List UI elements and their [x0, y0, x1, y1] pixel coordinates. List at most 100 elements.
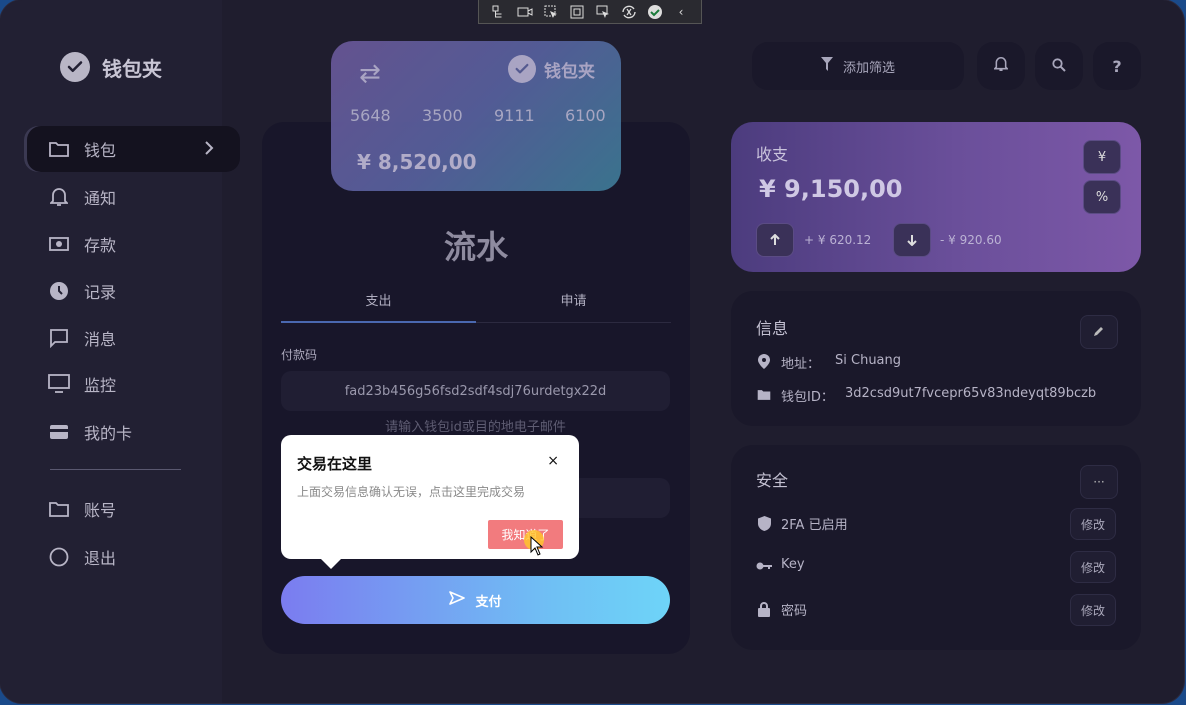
search-button[interactable] [1035, 42, 1083, 90]
close-icon[interactable]: × [547, 453, 559, 469]
sidebar-item-label: 记录 [84, 283, 117, 302]
payment-code-hint: 请输入钱包id或目的地电子邮件 [385, 420, 566, 435]
currency-button[interactable]: ¥ [1083, 140, 1121, 174]
track-focus-icon[interactable] [593, 3, 613, 21]
hot-reload-icon[interactable] [619, 3, 639, 21]
pay-button-label: 支付 [475, 594, 502, 610]
pay-button[interactable]: 支付 [281, 576, 670, 624]
more-button[interactable]: ··· [1080, 465, 1118, 499]
add-filter-button[interactable]: 添加筛选 [752, 42, 964, 90]
sidebar-item-messages[interactable]: 消息 [24, 315, 240, 361]
payment-code-label: 付款码 [281, 348, 318, 362]
sidebar-item-label: 监控 [84, 376, 117, 395]
bell-icon [992, 56, 1010, 76]
tab-apply[interactable]: 申请 [476, 290, 671, 309]
bell-icon [48, 186, 70, 208]
layout-adorner-icon[interactable] [567, 3, 587, 21]
add-filter-label: 添加筛选 [842, 60, 895, 76]
payment-code-input[interactable]: fad23b456g56fsd2sdf4sdj76urdetgx22d [281, 371, 670, 411]
circle-icon [48, 546, 70, 568]
card-number-group: 5648 [350, 106, 391, 125]
active-tab-indicator [281, 321, 476, 323]
address-label: 地址： [781, 357, 821, 372]
wallet-id-value: 3d2csd9ut7fvcepr65v83ndeyqt89bczb [845, 386, 1097, 401]
info-card: 信息 地址： Si Chuang 钱包ID： 3d2csd9ut7fvcepr6… [731, 291, 1141, 426]
sidebar-item-account[interactable]: 账号 [24, 486, 240, 532]
video-icon[interactable] [515, 3, 535, 21]
chevron-right-icon [204, 140, 214, 159]
clock-icon [48, 280, 70, 302]
debug-toolbar: ‹ [478, 0, 702, 24]
sidebar-item-label: 钱包 [84, 141, 117, 160]
key-label: Key [781, 557, 805, 572]
visual-tree-icon[interactable] [489, 3, 509, 21]
tab-divider [476, 322, 671, 323]
income-title: 收支 [756, 145, 789, 164]
address-value: Si Chuang [835, 353, 902, 368]
sidebar-divider [50, 469, 181, 470]
modify-password-button[interactable]: 修改 [1070, 594, 1116, 626]
card-number: 5648 3500 9111 6100 [350, 106, 606, 125]
sidebar-item-label: 账号 [84, 501, 117, 520]
card-brand: 钱包夹 [508, 55, 595, 83]
app-window: 钱包夹 钱包 通知 存款 记录 消息 监控 我的卡 账号 退出 ⇄ 钱包夹 56… [0, 0, 1184, 703]
popup-description: 上面交易信息确认无误，点击这里完成交易 [297, 485, 526, 499]
edit-button[interactable] [1080, 315, 1118, 349]
sidebar-item-label: 存款 [84, 236, 117, 255]
2fa-label: 2FA 已启用 [781, 518, 848, 533]
select-element-icon[interactable] [541, 3, 561, 21]
message-icon [48, 327, 70, 349]
card-number-group: 3500 [422, 106, 463, 125]
sidebar-item-label: 退出 [84, 549, 117, 568]
modify-2fa-button[interactable]: 修改 [1070, 508, 1116, 540]
sidebar: 钱包夹 钱包 通知 存款 记录 消息 监控 我的卡 账号 退出 [0, 0, 240, 703]
folder-icon [756, 387, 772, 403]
swap-icon[interactable]: ⇄ [359, 59, 381, 89]
sidebar-item-records[interactable]: 记录 [24, 268, 240, 314]
card-icon [48, 421, 70, 443]
sidebar-item-monitor[interactable]: 监控 [24, 361, 240, 407]
income-plus-value: + ¥ 620.12 [804, 233, 872, 247]
key-icon [756, 558, 772, 574]
card-brand-name: 钱包夹 [544, 61, 595, 82]
filter-icon [820, 57, 833, 75]
wallet-id-label: 钱包ID： [781, 390, 834, 405]
card-balance: ¥ 8,520,00 [357, 150, 477, 174]
income-amount: ¥ 9,150,00 [759, 175, 903, 203]
folder-icon [48, 498, 70, 520]
help-button[interactable]: ? [1093, 42, 1141, 90]
search-icon [1052, 57, 1066, 76]
shield-icon [756, 515, 772, 531]
check-circle-icon [60, 52, 90, 82]
password-label: 密码 [781, 604, 808, 619]
sidebar-item-logout[interactable]: 退出 [24, 534, 240, 580]
brand-logo[interactable]: 钱包夹 [60, 52, 162, 82]
sidebar-item-label: 消息 [84, 330, 117, 349]
cash-icon [48, 233, 70, 255]
folder-icon [48, 138, 70, 160]
mouse-cursor-icon [530, 535, 544, 560]
send-icon [449, 591, 466, 609]
check-icon[interactable] [645, 3, 665, 21]
page-title: 流水 [443, 228, 508, 266]
sidebar-item-cards[interactable]: 我的卡 [24, 409, 240, 455]
security-title: 安全 [756, 471, 789, 490]
expense-minus-value: - ¥ 920.60 [940, 233, 1002, 247]
notifications-button[interactable] [977, 42, 1025, 90]
percent-button[interactable]: % [1083, 180, 1121, 214]
modify-key-button[interactable]: 修改 [1070, 551, 1116, 583]
card-number-group: 6100 [565, 106, 606, 125]
collapse-toolbar-icon[interactable]: ‹ [671, 3, 691, 21]
check-circle-icon [508, 55, 536, 83]
income-up-button[interactable] [756, 223, 794, 257]
expense-down-button[interactable] [893, 223, 931, 257]
info-title: 信息 [756, 319, 789, 338]
pencil-icon [1093, 325, 1105, 340]
sidebar-item-label: 我的卡 [84, 424, 133, 443]
tab-expense[interactable]: 支出 [281, 290, 476, 309]
brand-name: 钱包夹 [102, 56, 162, 81]
sidebar-item-deposit[interactable]: 存款 [24, 221, 240, 267]
sidebar-item-wallet[interactable]: 钱包 [24, 126, 240, 172]
monitor-icon [48, 373, 70, 395]
sidebar-item-notify[interactable]: 通知 [24, 174, 240, 220]
